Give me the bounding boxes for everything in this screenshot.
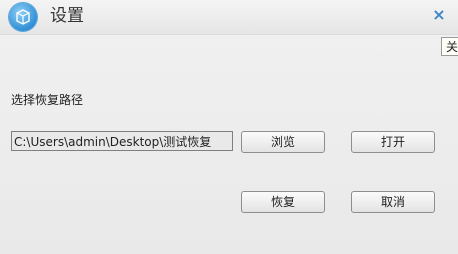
window-title: 设置 <box>50 6 84 26</box>
open-button[interactable]: 打开 <box>351 131 435 153</box>
close-icon[interactable]: × <box>431 6 447 24</box>
restore-path-field[interactable] <box>11 131 233 151</box>
cancel-button[interactable]: 取消 <box>351 191 435 213</box>
title-bar[interactable]: 设置 × <box>0 0 458 35</box>
close-tooltip: 关 <box>441 37 458 56</box>
restore-path-label: 选择恢复路径 <box>11 93 84 107</box>
settings-window: 设置 × 关 选择恢复路径 浏览 打开 恢复 取消 <box>0 0 458 254</box>
app-logo-icon <box>9 3 37 31</box>
restore-button[interactable]: 恢复 <box>241 191 325 213</box>
browse-button[interactable]: 浏览 <box>241 131 325 153</box>
